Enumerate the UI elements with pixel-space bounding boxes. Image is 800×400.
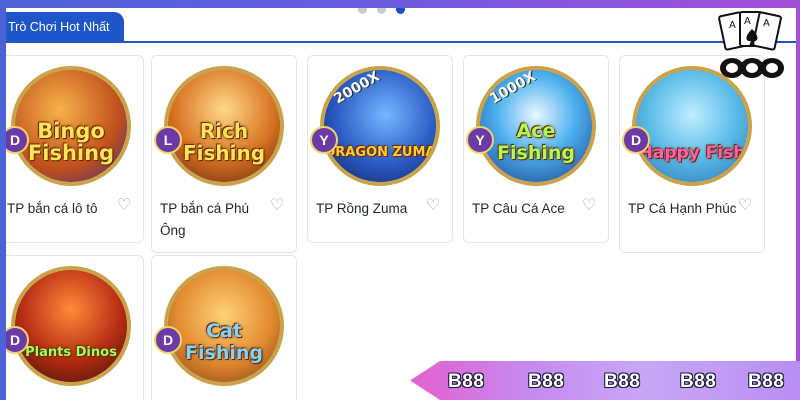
game-thumbnail[interactable]: Bingo Fishing bbox=[11, 66, 131, 186]
game-title: TP Câu Cá Ace bbox=[472, 201, 565, 216]
favorite-heart-icon[interactable]: ♡ bbox=[582, 198, 598, 214]
game-logo: DRAGON ZUMA bbox=[324, 145, 436, 160]
game-card[interactable]: Cat Fishing D bbox=[151, 255, 297, 400]
favorite-heart-icon[interactable]: ♡ bbox=[426, 198, 442, 214]
carousel-dots bbox=[358, 8, 405, 14]
game-title: TP bắn cá lô tô bbox=[7, 201, 98, 216]
svg-text:A: A bbox=[729, 20, 736, 31]
game-card[interactable]: Bingo Fishing D TP bắn cá lô tô ♡ bbox=[6, 55, 144, 243]
game-card[interactable]: 2000X DRAGON ZUMA Y TP Rồng Zuma ♡ bbox=[307, 55, 453, 243]
game-thumbnail[interactable]: 1000X Ace Fishing bbox=[476, 66, 596, 186]
game-card[interactable]: 1000X Ace Fishing Y TP Câu Cá Ace ♡ bbox=[463, 55, 609, 243]
game-title: TP Rồng Zuma bbox=[316, 201, 408, 216]
ribbon-brand-label: B88 bbox=[528, 371, 565, 392]
game-thumbnail[interactable]: Cat Fishing bbox=[164, 266, 284, 386]
game-title: TP Cá Hạnh Phúc bbox=[628, 201, 737, 216]
svg-text:A: A bbox=[744, 16, 751, 27]
ribbon-brand-label: B88 bbox=[448, 371, 485, 392]
carousel-dot-active[interactable] bbox=[396, 8, 405, 14]
favorite-heart-icon[interactable]: ♡ bbox=[117, 198, 133, 214]
game-thumbnail[interactable]: 2000X DRAGON ZUMA bbox=[320, 66, 440, 186]
section-tab-hot-games[interactable]: Trò Chơi Hot Nhất bbox=[6, 12, 124, 42]
ribbon-brand-label: B88 bbox=[680, 371, 717, 392]
favorite-heart-icon[interactable]: ♡ bbox=[270, 198, 286, 214]
provider-badge: L bbox=[154, 126, 182, 154]
provider-badge: D bbox=[154, 326, 182, 354]
favorite-heart-icon[interactable]: ♡ bbox=[738, 198, 754, 214]
section-divider bbox=[6, 41, 796, 43]
svg-text:A: A bbox=[763, 18, 770, 29]
carousel-dot[interactable] bbox=[377, 8, 386, 14]
provider-badge: Y bbox=[466, 126, 494, 154]
game-thumbnail[interactable]: Plants Dinos bbox=[11, 266, 131, 386]
game-card[interactable]: Plants Dinos D bbox=[6, 255, 144, 400]
game-thumbnail[interactable]: Rich Fishing bbox=[164, 66, 284, 186]
game-logo: Bingo Fishing bbox=[27, 119, 115, 165]
game-title: TP bắn cá Phú Ông bbox=[160, 201, 250, 238]
provider-badge: D bbox=[622, 126, 650, 154]
game-logo: Plants Dinos bbox=[25, 345, 117, 360]
ribbon-brand-label: B88 bbox=[748, 371, 785, 392]
game-panel: Trò Chơi Hot Nhất Bingo Fishing D TP bắn… bbox=[6, 8, 796, 400]
game-logo: Ace Fishing bbox=[497, 120, 575, 164]
game-logo: Cat Fishing bbox=[185, 320, 263, 364]
provider-badge: Y bbox=[310, 126, 338, 154]
game-card[interactable]: Rich Fishing L TP bắn cá Phú Ông ♡ bbox=[151, 55, 297, 253]
brand-ribbon: B88 B88 B88 B88 B88 bbox=[410, 361, 800, 400]
carousel-dot[interactable] bbox=[358, 8, 367, 14]
game-logo: Rich Fishing bbox=[182, 119, 266, 165]
game-logo: Happy Fish bbox=[638, 143, 746, 163]
ribbon-brand-label: B88 bbox=[604, 371, 641, 392]
cards-chips-logo-icon: A A A bbox=[718, 11, 784, 78]
